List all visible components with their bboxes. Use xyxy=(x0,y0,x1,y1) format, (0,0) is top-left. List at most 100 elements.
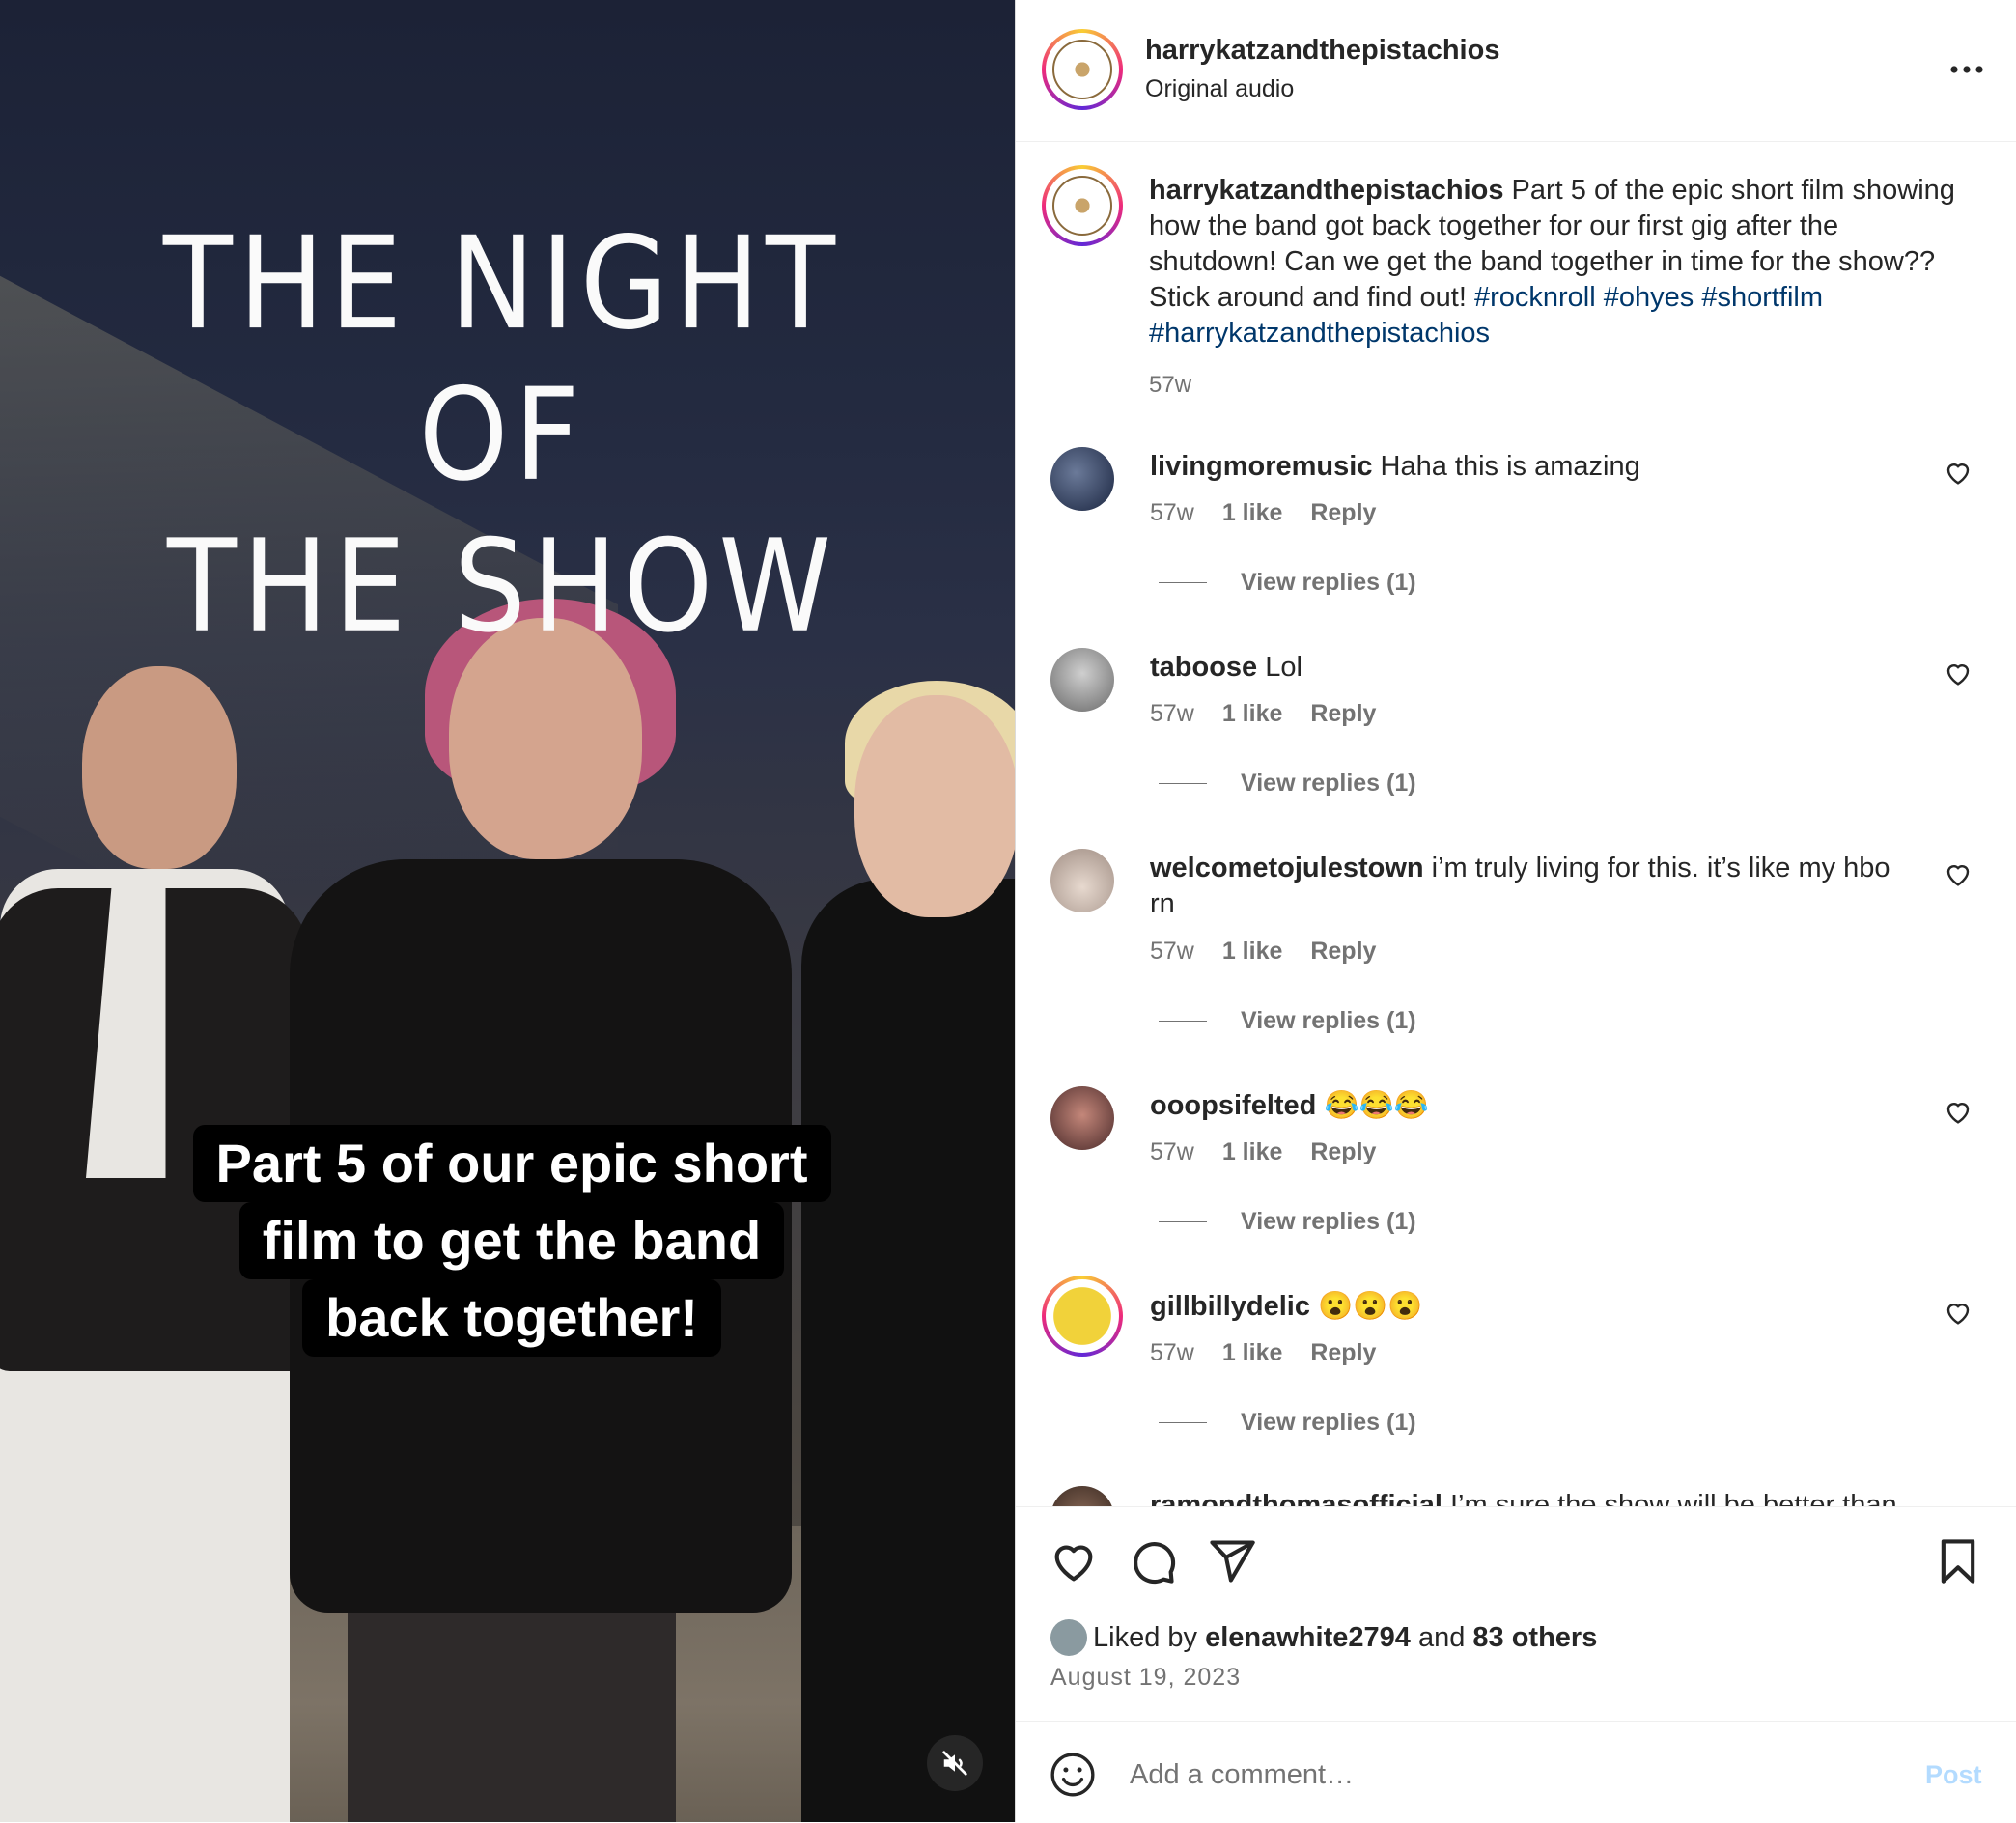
emoji-smiley-icon[interactable] xyxy=(1049,1751,1097,1799)
liked-by-others[interactable]: 83 others xyxy=(1472,1622,1597,1654)
commenter-username[interactable]: gillbillydelic xyxy=(1150,1291,1310,1322)
view-replies-label: View replies (1) xyxy=(1241,1007,1416,1034)
heart-icon[interactable] xyxy=(1943,858,1974,889)
video-caption-line: film to get the band xyxy=(238,1202,785,1279)
comment-body: ramondthomasofficial I’m sure the show w… xyxy=(1150,1488,1922,1506)
like-heart-icon[interactable] xyxy=(1049,1536,1099,1586)
video-caption-overlay: Part 5 of our epic short film to get the… xyxy=(145,1125,879,1357)
heart-icon[interactable] xyxy=(1943,1297,1974,1328)
comment-meta: 57w 1 like Reply xyxy=(1150,938,1397,966)
divider-line xyxy=(1159,783,1207,784)
hashtag-link[interactable]: #ohyes xyxy=(1604,282,1694,313)
view-replies-button[interactable]: View replies (1) xyxy=(1159,1007,1416,1035)
comment-text: 😂😂😂 xyxy=(1324,1090,1429,1121)
commenter-avatar[interactable] xyxy=(1050,849,1114,912)
comment-text: 😮😮😮 xyxy=(1318,1291,1423,1322)
commenter-avatar[interactable] xyxy=(1050,447,1114,511)
share-paper-plane-icon[interactable] xyxy=(1207,1536,1257,1586)
commenter-avatar[interactable] xyxy=(1042,1276,1123,1357)
reply-button[interactable]: Reply xyxy=(1310,700,1376,727)
liked-by-username[interactable]: elenawhite2794 xyxy=(1205,1622,1411,1654)
divider-line xyxy=(1159,1221,1207,1222)
comment-timestamp[interactable]: 57w xyxy=(1150,1138,1194,1165)
commenter-username[interactable]: ramondthomasofficial xyxy=(1150,1490,1442,1506)
reply-button[interactable]: Reply xyxy=(1310,499,1376,526)
reply-button[interactable]: Reply xyxy=(1310,1339,1376,1366)
heart-icon[interactable] xyxy=(1943,1096,1974,1127)
view-replies-label: View replies (1) xyxy=(1241,569,1416,596)
audio-label[interactable]: Original audio xyxy=(1145,75,1294,103)
comment-timestamp[interactable]: 57w xyxy=(1150,700,1194,727)
divider-line xyxy=(1159,1422,1207,1423)
commenter-username[interactable]: taboose xyxy=(1150,652,1257,683)
caption-author-avatar[interactable] xyxy=(1042,165,1123,246)
more-options-button[interactable] xyxy=(1943,50,1991,89)
bookmark-icon[interactable] xyxy=(1933,1536,1983,1586)
video-title-overlay: THE NIGHT OF THE SHOW xyxy=(145,208,859,661)
caption-username[interactable]: harrykatzandthepistachios xyxy=(1149,175,1503,206)
view-replies-button[interactable]: View replies (1) xyxy=(1159,1208,1416,1236)
comment-meta: 57w 1 like Reply xyxy=(1150,700,1397,728)
band-logo-icon xyxy=(1051,175,1113,237)
comment-body: gillbillydelic 😮😮😮 xyxy=(1150,1289,1922,1325)
band-logo-icon xyxy=(1051,39,1113,100)
comment-likes[interactable]: 1 like xyxy=(1222,499,1283,526)
comment-likes[interactable]: 1 like xyxy=(1222,700,1283,727)
video-caption-line: back together! xyxy=(302,1279,721,1357)
video-title-line: THE NIGHT OF xyxy=(162,208,842,510)
comment-likes[interactable]: 1 like xyxy=(1222,1138,1283,1165)
comment-body: taboose Lol xyxy=(1150,650,1922,686)
commenter-username[interactable]: welcometojulestown xyxy=(1150,853,1424,883)
author-username[interactable]: harrykatzandthepistachios xyxy=(1145,35,1499,67)
reply-button[interactable]: Reply xyxy=(1310,1138,1376,1165)
divider-line xyxy=(1159,582,1207,583)
caption-timestamp[interactable]: 57w xyxy=(1149,367,1960,403)
reply-button[interactable]: Reply xyxy=(1310,938,1376,965)
liked-by-and: and xyxy=(1417,1621,1466,1653)
person-left-head xyxy=(82,666,237,869)
commenter-username[interactable]: ooopsifelted xyxy=(1150,1090,1316,1121)
mute-button[interactable] xyxy=(927,1735,983,1791)
view-replies-button[interactable]: View replies (1) xyxy=(1159,569,1416,597)
add-comment-input[interactable] xyxy=(1128,1749,1865,1801)
comment-bubble-icon[interactable] xyxy=(1128,1536,1178,1586)
comment-item: ramondthomasofficial I’m sure the show w… xyxy=(1016,1486,2016,1506)
divider-line xyxy=(1159,1021,1207,1022)
view-replies-label: View replies (1) xyxy=(1241,770,1416,797)
comment-timestamp[interactable]: 57w xyxy=(1150,938,1194,965)
video-title-line: THE SHOW xyxy=(166,511,838,661)
volume-muted-icon xyxy=(942,1751,967,1776)
comment-item: livingmoremusic Haha this is amazing 57w… xyxy=(1016,447,2016,621)
reel-video[interactable]: THE NIGHT OF THE SHOW Part 5 of our epic… xyxy=(0,0,1015,1822)
commenter-username[interactable]: livingmoremusic xyxy=(1150,451,1372,482)
video-caption-line: Part 5 of our epic short xyxy=(192,1125,831,1202)
liker-avatar[interactable] xyxy=(1050,1619,1087,1656)
comment-item: ooopsifelted 😂😂😂 57w 1 like Reply View r… xyxy=(1016,1086,2016,1260)
post-comment-button[interactable]: Post xyxy=(1925,1760,1982,1790)
comments-scroll-area[interactable]: harrykatzandthepistachios Part 5 of the … xyxy=(1016,142,2016,1506)
view-replies-button[interactable]: View replies (1) xyxy=(1159,770,1416,798)
commenter-avatar[interactable] xyxy=(1050,648,1114,712)
author-avatar[interactable] xyxy=(1042,29,1123,110)
commenter-avatar[interactable] xyxy=(1050,1486,1114,1506)
heart-icon[interactable] xyxy=(1943,457,1974,488)
hashtag-link[interactable]: #rocknroll xyxy=(1474,282,1596,313)
comment-meta: 57w 1 like Reply xyxy=(1150,1339,1397,1367)
comment-timestamp[interactable]: 57w xyxy=(1150,499,1194,526)
likes-summary: Liked by elenawhite2794 and 83 others xyxy=(1050,1619,1597,1656)
commenter-avatar[interactable] xyxy=(1050,1086,1114,1150)
hashtag-link[interactable]: #harrykatzandthepistachios xyxy=(1149,318,1490,349)
post-caption: harrykatzandthepistachios Part 5 of the … xyxy=(1149,173,1960,403)
heart-icon[interactable] xyxy=(1943,658,1974,688)
post-date[interactable]: August 19, 2023 xyxy=(1050,1664,1241,1692)
comment-likes[interactable]: 1 like xyxy=(1222,938,1283,965)
comment-timestamp[interactable]: 57w xyxy=(1150,1339,1194,1366)
hashtag-link[interactable]: #shortfilm xyxy=(1701,282,1823,313)
comment-meta: 57w 1 like Reply xyxy=(1150,1138,1397,1166)
post-side-panel: harrykatzandthepistachios Original audio… xyxy=(1015,0,2016,1822)
view-replies-button[interactable]: View replies (1) xyxy=(1159,1409,1416,1437)
comment-text: Haha this is amazing xyxy=(1380,451,1640,482)
comment-meta: 57w 1 like Reply xyxy=(1150,499,1397,527)
comment-body: welcometojulestown i’m truly living for … xyxy=(1150,851,1922,922)
comment-likes[interactable]: 1 like xyxy=(1222,1339,1283,1366)
